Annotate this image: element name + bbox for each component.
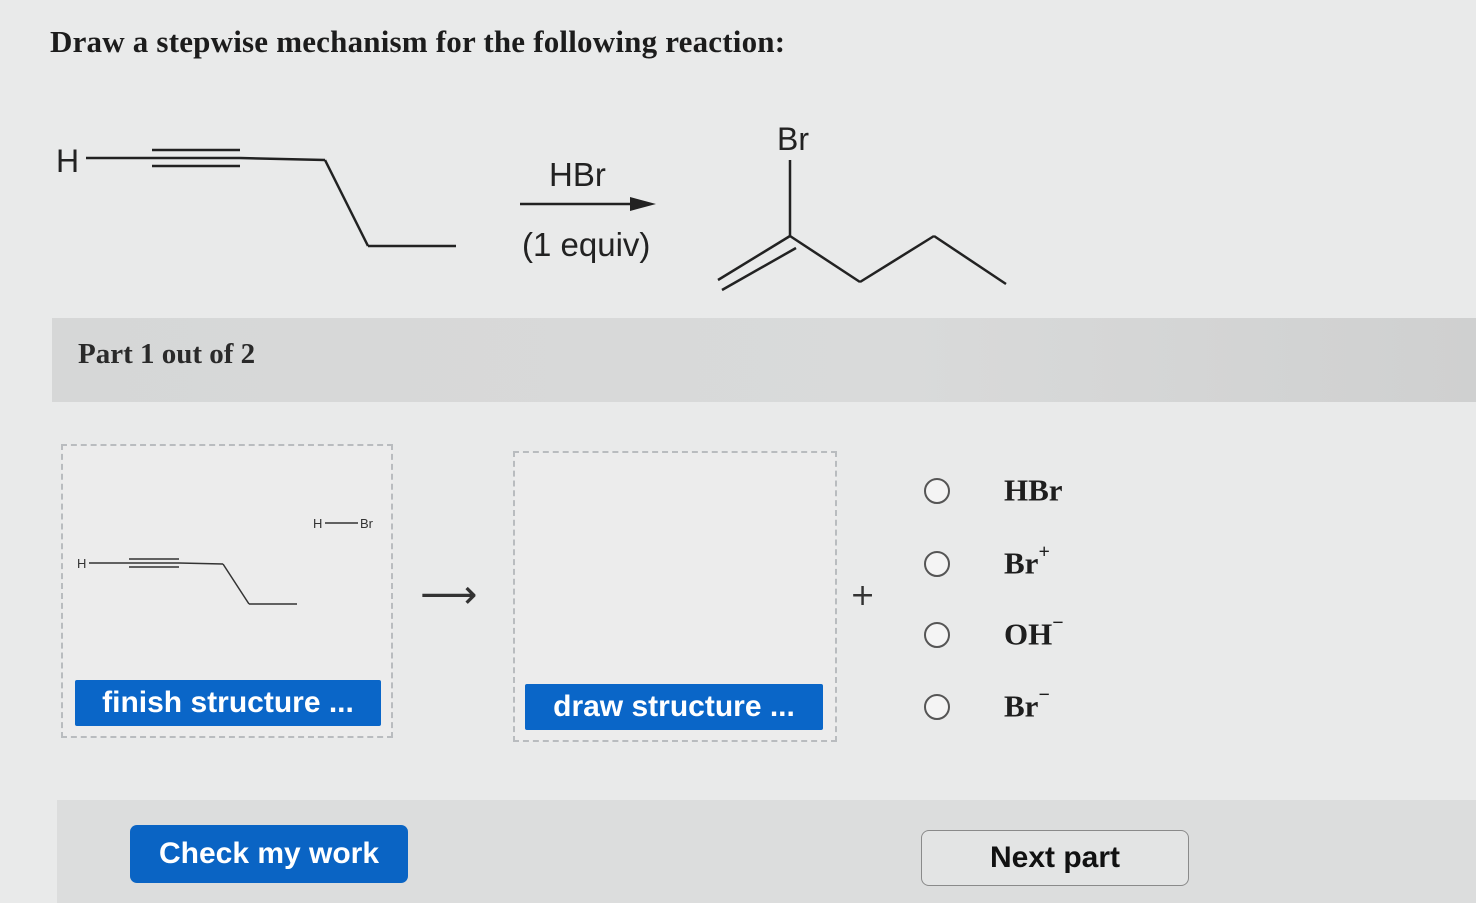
product-bond-c3 <box>789 234 861 284</box>
mini-structure-svg: H Br H <box>77 516 374 605</box>
radio-button[interactable] <box>924 551 950 577</box>
step-arrow: ⟶ <box>420 572 478 618</box>
reactant-bond-c3 <box>239 156 326 162</box>
reaction-scheme: H HBr (1 equiv) Br <box>0 100 1060 310</box>
option-hbr[interactable]: HBr <box>922 472 1122 512</box>
part-header-bar <box>52 318 1476 402</box>
plus-sign: + <box>850 578 876 613</box>
part-label: Part 1 out of 2 <box>78 338 256 370</box>
option-br-minus[interactable]: Br− <box>922 684 1122 728</box>
mini-h-label: H <box>77 556 86 571</box>
check-my-work-button[interactable]: Check my work <box>130 825 408 883</box>
option-br-plus[interactable]: Br+ <box>922 541 1122 585</box>
mini-bond-c3 <box>178 562 224 565</box>
reaction-svg: H HBr (1 equiv) Br <box>56 121 1007 292</box>
product-bond-c5 <box>933 234 1007 286</box>
radio-button[interactable] <box>924 622 950 648</box>
finish-structure-button[interactable]: finish structure ... <box>75 680 381 726</box>
option-label: OH− <box>1004 612 1064 652</box>
draw-structure-button[interactable]: draw structure ... <box>525 684 823 730</box>
reagent-label: HBr <box>549 156 606 193</box>
conditions-label: (1 equiv) <box>522 226 650 263</box>
option-label: Br− <box>1004 684 1050 724</box>
question-title: Draw a stepwise mechanism for the follow… <box>50 24 786 59</box>
reaction-arrow-head <box>630 197 656 211</box>
option-oh-minus[interactable]: OH− <box>922 612 1122 656</box>
next-part-button[interactable]: Next part <box>921 830 1189 886</box>
reactant-bond-c4 <box>323 159 370 247</box>
option-label: HBr <box>1004 472 1063 508</box>
product-bond-c4 <box>859 234 935 284</box>
radio-button[interactable] <box>924 694 950 720</box>
radio-button[interactable] <box>924 478 950 504</box>
hbr-br-label: Br <box>360 516 374 531</box>
reactant-h-label: H <box>56 143 79 179</box>
product-br-label: Br <box>777 121 809 157</box>
option-label: Br+ <box>1004 541 1050 581</box>
mini-bond-c4 <box>222 563 250 605</box>
hbr-h-label: H <box>313 516 322 531</box>
